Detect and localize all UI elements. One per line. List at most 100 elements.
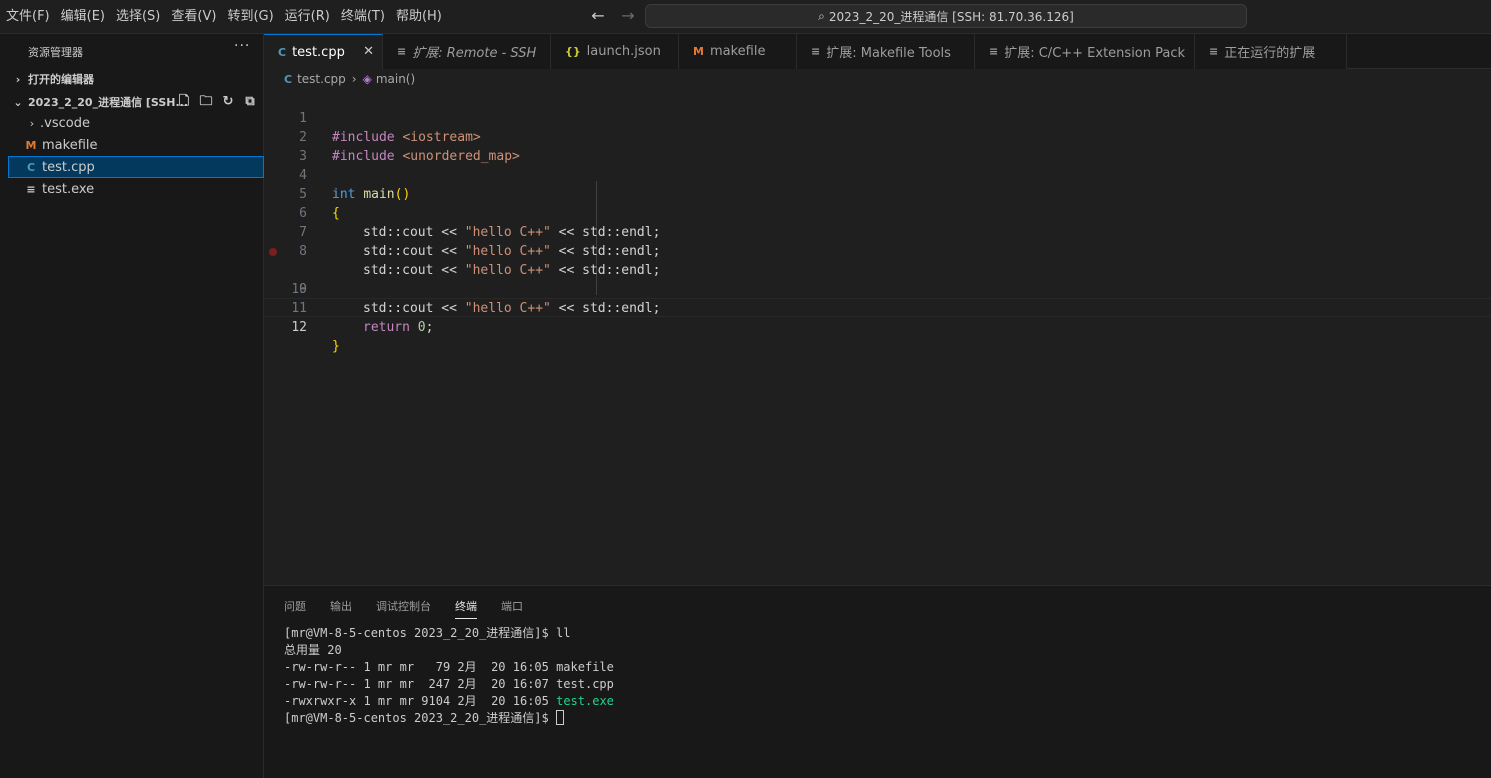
refresh-icon[interactable]: ↻ [220, 94, 236, 110]
breakpoint-icon[interactable] [269, 248, 277, 256]
menu-selection[interactable]: 选择(S) [112, 5, 164, 29]
tree-item-label: .vscode [40, 115, 90, 131]
search-icon: ⌕ [818, 8, 825, 23]
json-braces-icon: {} [565, 45, 581, 58]
new-folder-icon[interactable]: 🗀 [198, 94, 214, 110]
tab-test-cpp[interactable]: C test.cpp ✕ [264, 34, 383, 69]
tab-label: 正在运行的扩展 [1224, 46, 1316, 61]
terminal-cursor [555, 710, 564, 725]
tab-debug-console[interactable]: 调试控制台 [376, 598, 431, 619]
open-editors-label: 打开的编辑器 [28, 73, 94, 86]
open-editors-section[interactable]: › 打开的编辑器 [8, 68, 264, 90]
more-actions-icon[interactable]: ··· [234, 38, 250, 54]
code-line: 2 #include <unordered_map> [264, 109, 1491, 164]
navigation-arrows: ← → [588, 6, 638, 26]
file-lines-icon: ≡ [26, 182, 36, 196]
bottom-panel: 问题 输出 调试控制台 终端 端口 [mr@VM-8-5-centos 2023… [264, 585, 1491, 778]
tab-label: makefile [709, 44, 766, 59]
code-text: return 0; [363, 320, 434, 335]
editor-tab-bar: C test.cpp ✕ ≡ 扩展: Remote - SSH {} launc… [264, 34, 1491, 69]
code-line: 8 std::cout << "hello C++" << std::endl; [264, 223, 1491, 278]
terminal-prompt-line: [mr@VM-8-5-centos 2023_2_20_进程通信]$ [284, 710, 614, 727]
terminal[interactable]: [mr@VM-8-5-centos 2023_2_20_进程通信]$ ll 总用… [284, 625, 614, 727]
terminal-line: -rw-rw-r-- 1 mr mr 247 2月 20 16:07 test.… [284, 677, 614, 691]
workspace-section[interactable]: ⌄ 2023_2_20_进程通信 [SSH... 🗋 🗀 ↻ ⧉ [8, 91, 264, 113]
tab-problems[interactable]: 问题 [284, 598, 306, 619]
executable-name: test.exe [556, 694, 614, 708]
extension-icon: ≡ [811, 45, 821, 58]
cpp-file-icon: C [278, 45, 287, 59]
cpp-file-icon: C [26, 160, 36, 174]
title-bar: 文件(F) 编辑(E) 选择(S) 查看(V) 转到(G) 运行(R) 终端(T… [0, 0, 1491, 34]
terminal-line: -rw-rw-r-- 1 mr mr 79 2月 20 16:05 makefi… [284, 660, 614, 674]
extension-icon: ≡ [397, 45, 407, 58]
breadcrumb-symbol[interactable]: main() [376, 72, 415, 86]
code-line: 5 { [264, 166, 1491, 221]
tab-output[interactable]: 输出 [330, 598, 352, 619]
command-center-label: 2023_2_20_进程通信 [SSH: 81.70.36.126] [828, 9, 1074, 24]
close-icon[interactable]: ✕ [363, 44, 374, 59]
terminal-line: -rwxrwxr-x 1 mr mr 9104 2月 20 16:05 test… [284, 694, 614, 708]
tab-makefile-tools[interactable]: ≡ 扩展: Makefile Tools [797, 34, 975, 69]
tab-makefile[interactable]: M makefile [679, 34, 797, 69]
workspace-label: 2023_2_20_进程通信 [SSH... [28, 96, 189, 109]
panel-tabs: 问题 输出 调试控制台 终端 端口 [284, 598, 547, 619]
menu-file[interactable]: 文件(F) [2, 5, 54, 29]
chevron-down-icon: ⌄ [13, 95, 23, 109]
menu-terminal[interactable]: 终端(T) [337, 5, 389, 29]
breadcrumb: C test.cpp › ◈ main() [264, 69, 1491, 89]
forward-arrow-icon[interactable]: → [618, 6, 638, 26]
tab-label: test.cpp [292, 44, 345, 60]
menu-run[interactable]: 运行(R) [281, 5, 334, 29]
tree-item-label: test.cpp [42, 159, 95, 175]
terminal-line: [mr@VM-8-5-centos 2023_2_20_进程通信]$ ll [284, 626, 571, 640]
code-line: 4 int main() [264, 147, 1491, 202]
menu-help[interactable]: 帮助(H) [392, 5, 446, 29]
menu-view[interactable]: 查看(V) [167, 5, 220, 29]
menu-edit[interactable]: 编辑(E) [57, 5, 109, 29]
current-code-line: 12 } [264, 298, 1491, 354]
terminal-line: 总用量 20 [284, 643, 342, 657]
back-arrow-icon[interactable]: ← [588, 6, 608, 26]
method-cube-icon: ◈ [362, 72, 372, 86]
tab-ports[interactable]: 端口 [501, 598, 523, 619]
cpp-file-icon: C [284, 72, 293, 86]
code-line: 11 return 0; [264, 280, 1491, 335]
tab-cpp-extension-pack[interactable]: ≡ 扩展: C/C++ Extension Pack [975, 34, 1195, 69]
line-number: 12 [291, 320, 307, 335]
tree-item-test-cpp[interactable]: C test.cpp [8, 156, 264, 178]
extension-icon: ≡ [989, 45, 999, 58]
code-line: 7 std::cout << "hello C++" << std::endl; [264, 204, 1491, 259]
code-line: 1 #include <iostream> [264, 90, 1491, 145]
chevron-right-icon: › [351, 72, 357, 86]
menu-go[interactable]: 转到(G) [223, 5, 277, 29]
tree-item-label: test.exe [42, 181, 95, 197]
tree-item-vscode[interactable]: › .vscode [8, 112, 264, 134]
workspace-actions: 🗋 🗀 ↻ ⧉ [176, 94, 258, 110]
code-line: 6 std::cout << "hello C++" << std::endl; [264, 185, 1491, 240]
collapse-all-icon[interactable]: ⧉ [242, 94, 258, 110]
chevron-right-icon: › [15, 72, 21, 86]
code-text: } [332, 339, 340, 354]
code-line: 3 [264, 128, 1491, 164]
explorer-title: 资源管理器 [28, 46, 83, 59]
code-editor[interactable]: 1 #include <iostream> 2 #include <unorde… [264, 89, 1491, 585]
tab-launch-json[interactable]: {} launch.json [551, 34, 679, 69]
tab-label: launch.json [586, 44, 661, 59]
makefile-icon: M [693, 45, 704, 58]
tab-running-extensions[interactable]: ≡ 正在运行的扩展 [1195, 34, 1347, 69]
tree-item-label: makefile [42, 137, 98, 153]
tab-terminal[interactable]: 终端 [455, 598, 477, 619]
new-file-icon[interactable]: 🗋 [176, 94, 192, 110]
chevron-right-icon: › [29, 116, 35, 130]
tab-remote-ssh[interactable]: ≡ 扩展: Remote - SSH [383, 34, 551, 69]
tree-item-makefile[interactable]: M makefile [8, 134, 264, 156]
command-center-search[interactable]: ⌕ 2023_2_20_进程通信 [SSH: 81.70.36.126] [645, 4, 1247, 28]
extension-icon: ≡ [1209, 45, 1219, 58]
tab-label: 扩展: C/C++ Extension Pack [1004, 46, 1186, 61]
explorer-sidebar: 资源管理器 ··· › 打开的编辑器 ⌄ 2023_2_20_进程通信 [SSH… [0, 34, 264, 778]
tree-item-test-exe[interactable]: ≡ test.exe [8, 178, 264, 200]
code-line: 9 std::cout << "hello C++" << std::endl; [264, 242, 1491, 316]
tab-label: 扩展: Makefile Tools [826, 46, 951, 61]
breadcrumb-file[interactable]: test.cpp [297, 72, 346, 86]
